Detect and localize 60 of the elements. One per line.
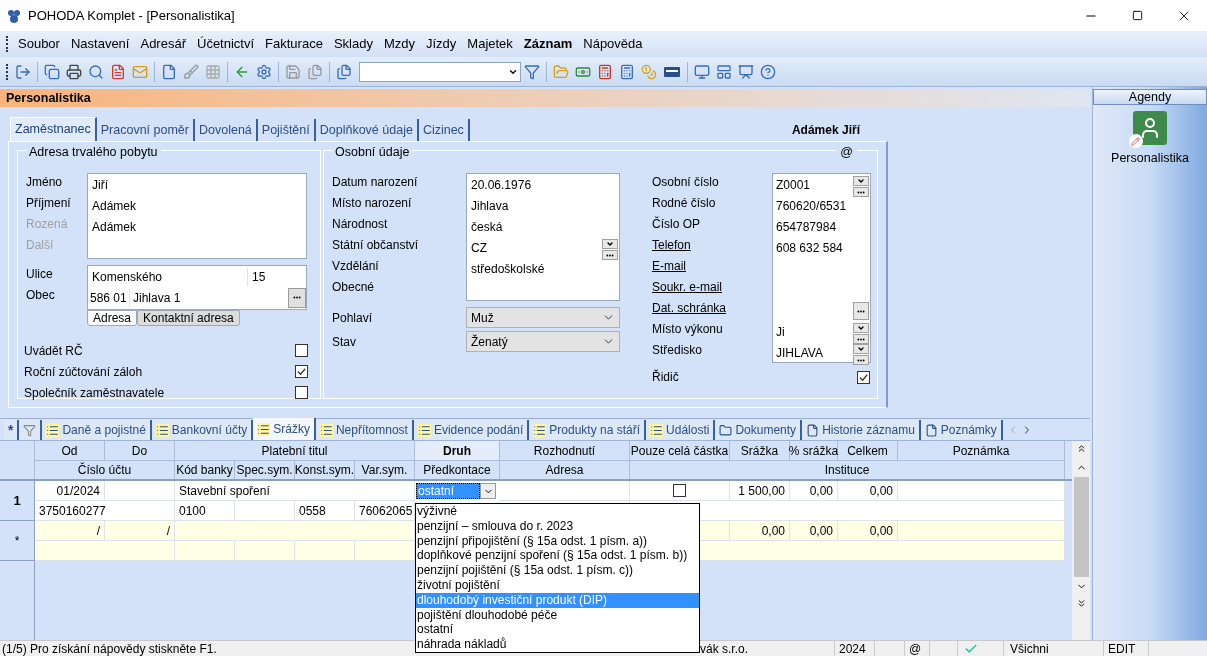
status-text: (1/5) Pro získání nápovědy stiskněte F1. xyxy=(1,640,217,656)
field-label: Příjmení xyxy=(26,195,72,212)
checkbox-label: Společník zaměstnavatele xyxy=(24,384,165,402)
field-label: Stav xyxy=(332,333,357,351)
table-cell: 1 500,00 xyxy=(730,481,790,501)
table-cell: / xyxy=(105,521,175,541)
checkbox-label: Řidič xyxy=(652,368,679,386)
field-label: Místo narození xyxy=(332,195,413,212)
field-label: Ulice xyxy=(26,266,54,283)
field-label: Jméno xyxy=(26,174,64,191)
field-value: Komenského xyxy=(88,267,248,286)
user-filter: Všichni xyxy=(1004,639,1104,656)
field-value: Jiří xyxy=(92,177,108,194)
field-value: Adámek xyxy=(92,198,137,215)
field-value: česká xyxy=(471,219,503,236)
field-label: Státní občanství xyxy=(332,237,420,254)
mode-indicator: EDIT xyxy=(1104,639,1149,656)
table-cell: 0,00 xyxy=(838,481,898,501)
field-value: 15 xyxy=(251,268,266,286)
checkbox-label: Uvádět RČ xyxy=(24,342,83,360)
field-label: Rodné číslo xyxy=(652,195,717,212)
field-value: Jihlava 1 xyxy=(132,289,182,307)
panel-header: Agendy xyxy=(1093,89,1207,105)
table-cell: 0,00 xyxy=(790,481,838,501)
table-cell: 0,00 xyxy=(838,521,898,541)
field-value: CZ xyxy=(471,240,487,257)
field-value: středoškolské xyxy=(471,261,545,278)
table-cell: Stavební spoření xyxy=(175,481,415,501)
field-value: 20.06.1976 xyxy=(471,177,532,194)
field-label: Vzdělání xyxy=(332,258,380,275)
field-label: Obec xyxy=(26,287,56,304)
field-label: Datum narození xyxy=(332,174,419,191)
field-value: Z0001 xyxy=(776,177,811,194)
field-label: Středisko xyxy=(652,342,704,359)
table-cell: / xyxy=(35,521,105,541)
field-label: Osobní číslo xyxy=(652,174,720,191)
field-label: Číslo OP xyxy=(652,215,701,233)
field-value: 654787984 xyxy=(776,219,837,236)
year: 2024 xyxy=(835,639,875,656)
field-value: Adámek xyxy=(92,219,137,236)
field-value: JIHLAVA xyxy=(776,345,823,362)
checkbox-label: Roční zúčtování záloh xyxy=(24,363,143,381)
field-value: Jihlava xyxy=(471,198,509,215)
mail-indicator: @ xyxy=(905,639,930,656)
field-label: Místo výkonu xyxy=(652,321,724,338)
field-label: Pohlaví xyxy=(332,309,374,327)
record-name: Adámek Jiří xyxy=(791,122,860,139)
field-label: Národnost xyxy=(332,216,389,233)
field-label: Další xyxy=(26,237,55,254)
table-cell: 0,00 xyxy=(730,521,790,541)
field-value: Ji xyxy=(776,324,785,341)
table-cell: 0,00 xyxy=(790,521,838,541)
table-cell: 01/2024 xyxy=(35,481,105,501)
window-title: POHODA Komplet - [Personalistika] xyxy=(28,6,235,25)
agenda-header: Personalistika xyxy=(0,89,1090,107)
field-label: Obecné xyxy=(332,279,376,296)
field-value: 608 632 584 xyxy=(776,240,843,257)
field-label: Rozená xyxy=(26,216,69,233)
field-value: 586 01 xyxy=(88,288,130,307)
field-value: 760620/6531 xyxy=(776,198,847,215)
